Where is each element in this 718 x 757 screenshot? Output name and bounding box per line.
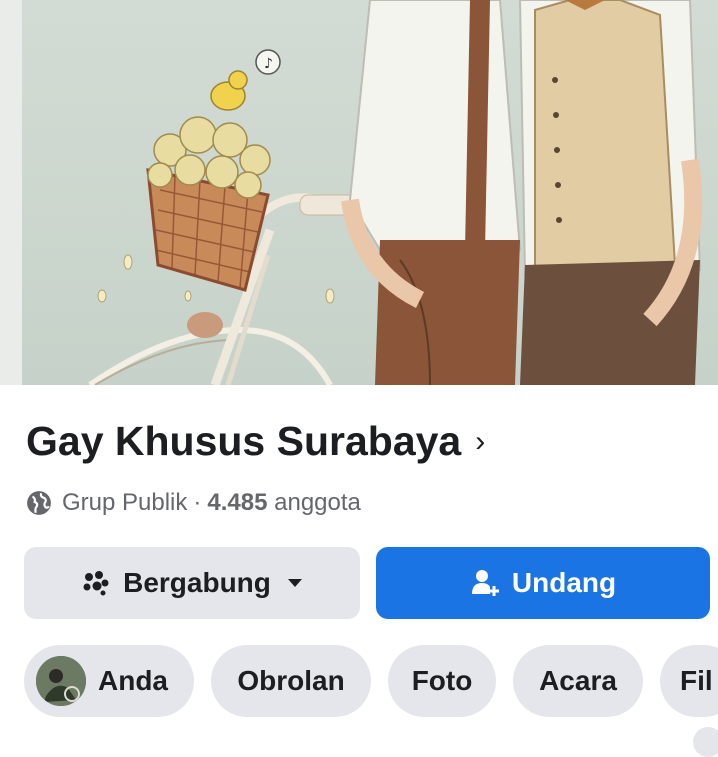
chevron-right-icon[interactable]: ›	[475, 426, 485, 457]
tab-label: Acara	[539, 665, 617, 696]
member-count: 4.485	[207, 489, 268, 516]
cover-photo[interactable]: ♪	[0, 0, 718, 385]
avatar-image	[36, 656, 86, 706]
tab-bar: Anda Obrolan Foto Acara Fil	[0, 645, 718, 717]
group-meta: Grup Publik · 4.485 anggota	[26, 489, 361, 517]
join-label: Bergabung	[123, 567, 271, 598]
tab-label: Obrolan	[237, 665, 345, 696]
tab-label: Fil	[680, 665, 713, 696]
join-group-button[interactable]: Bergabung	[24, 547, 360, 619]
tab-files[interactable]: Fil	[660, 645, 718, 717]
privacy-label: Grup Publik	[62, 489, 188, 516]
globe-icon	[27, 491, 51, 515]
tab-you[interactable]: Anda	[24, 645, 194, 717]
group-header[interactable]: Gay Khusus Surabaya ›	[26, 418, 485, 465]
svg-text:♪: ♪	[264, 56, 273, 72]
tab-label: Foto	[411, 665, 473, 696]
group-icon	[83, 571, 109, 596]
tab-photos[interactable]: Foto	[388, 645, 496, 717]
member-label: anggota	[274, 489, 361, 516]
meta-separator: ·	[193, 489, 202, 516]
caret-down-icon	[287, 579, 302, 587]
tab-events[interactable]: Acara	[513, 645, 643, 717]
avatar	[36, 656, 86, 706]
invite-button[interactable]: Undang	[376, 547, 710, 619]
cover-illustration: ♪	[0, 0, 718, 385]
tab-chats[interactable]: Obrolan	[211, 645, 371, 717]
invite-label: Undang	[511, 567, 617, 598]
add-person-icon	[471, 570, 499, 596]
floating-button[interactable]	[693, 727, 718, 757]
group-name[interactable]: Gay Khusus Surabaya	[26, 418, 461, 465]
tab-label: Anda	[98, 665, 168, 696]
